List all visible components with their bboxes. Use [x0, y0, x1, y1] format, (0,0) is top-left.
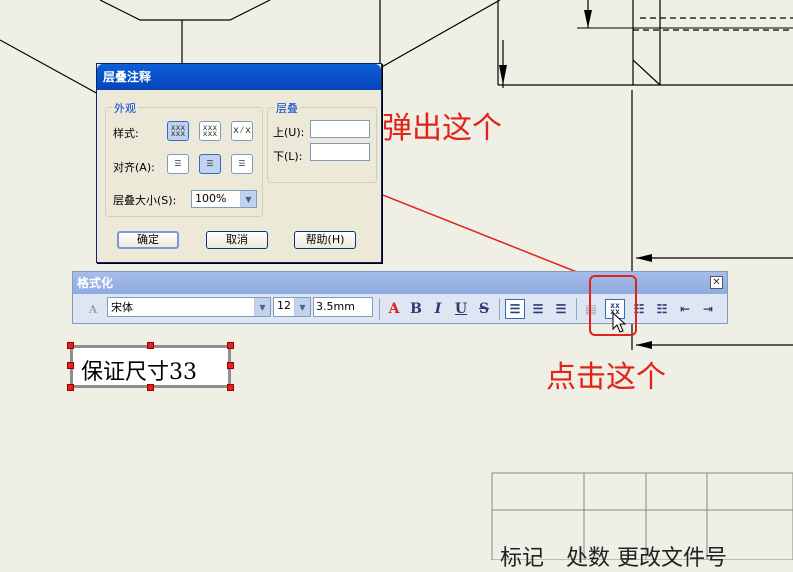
- font-size-value: 12: [277, 299, 291, 312]
- popup-annotation: 弹出这个: [382, 111, 502, 146]
- font-color-button[interactable]: A: [384, 299, 404, 319]
- style-diagonal-button[interactable]: x⁄x: [231, 121, 253, 141]
- numbered-list-icon[interactable]: ☷: [652, 299, 672, 319]
- lower-label: 下(L):: [273, 150, 303, 163]
- align-left-button[interactable]: ☰: [167, 154, 189, 174]
- cancel-button[interactable]: 取消: [206, 231, 268, 249]
- resize-handle[interactable]: [67, 384, 74, 391]
- stacked-note-dialog: 层叠注释 外观 样式: xxx xxx xxx xxx x⁄x 对齐(A): ☰ ☰…: [96, 63, 382, 263]
- chevron-down-icon: ▼: [240, 191, 256, 207]
- align-label: 对齐(A):: [113, 161, 155, 174]
- toolbar-separator: [379, 298, 380, 320]
- dialog-title: 层叠注释: [97, 64, 381, 90]
- align-center-button[interactable]: ☰: [199, 154, 221, 174]
- align-right-button[interactable]: ☰: [231, 154, 253, 174]
- resize-handle[interactable]: [227, 342, 234, 349]
- stack-size-select[interactable]: 100% ▼: [191, 190, 257, 208]
- stack-size-label: 层叠大小(S):: [113, 194, 177, 207]
- decrease-indent-icon[interactable]: ⇤: [675, 299, 695, 319]
- resize-handle[interactable]: [227, 362, 234, 369]
- italic-button[interactable]: I: [428, 299, 448, 319]
- increase-indent-icon[interactable]: ⇥: [698, 299, 718, 319]
- close-icon[interactable]: ✕: [710, 276, 723, 289]
- help-button[interactable]: 帮助(H): [294, 231, 356, 249]
- strikethrough-button[interactable]: S: [474, 299, 494, 319]
- bold-button[interactable]: B: [406, 299, 426, 319]
- chevron-down-icon: ▼: [254, 298, 270, 316]
- font-select[interactable]: 宋体 ▼: [107, 297, 271, 317]
- toolbar-separator: [576, 298, 577, 320]
- resize-handle[interactable]: [147, 342, 154, 349]
- style-horizontal-button[interactable]: xxx xxx: [167, 121, 189, 141]
- note-text: 保证尺寸33: [81, 360, 197, 385]
- upper-label: 上(U):: [273, 126, 305, 139]
- font-size-select[interactable]: 12 ▼: [273, 297, 311, 317]
- title-block-row: 标记 处数 更改文件号: [500, 546, 727, 571]
- text-height-input[interactable]: 3.5mm: [313, 297, 373, 317]
- upper-input[interactable]: [310, 120, 370, 138]
- stack-group-label: 层叠: [274, 100, 300, 116]
- resize-handle[interactable]: [227, 384, 234, 391]
- note-textbox[interactable]: 保证尺寸33: [70, 345, 231, 388]
- style-no-line-button[interactable]: xxx xxx: [199, 121, 221, 141]
- toolbar-separator: [499, 298, 500, 320]
- align-center-icon[interactable]: ☰: [528, 299, 548, 319]
- align-left-icon[interactable]: ☰: [505, 299, 525, 319]
- stack-size-value: 100%: [195, 192, 227, 205]
- ok-button[interactable]: 确定: [117, 231, 179, 249]
- font-style-icon[interactable]: A: [83, 299, 103, 319]
- appearance-group-label: 外观: [112, 100, 138, 116]
- resize-handle[interactable]: [67, 362, 74, 369]
- style-label: 样式:: [113, 127, 139, 140]
- mouse-pointer-icon: [612, 312, 627, 333]
- lower-input[interactable]: [310, 143, 370, 161]
- resize-handle[interactable]: [67, 342, 74, 349]
- underline-button[interactable]: U: [451, 299, 471, 319]
- chevron-down-icon: ▼: [294, 298, 310, 316]
- align-right-icon[interactable]: ☰: [551, 299, 571, 319]
- resize-handle[interactable]: [147, 384, 154, 391]
- font-value: 宋体: [111, 301, 133, 314]
- click-annotation: 点击这个: [546, 360, 666, 395]
